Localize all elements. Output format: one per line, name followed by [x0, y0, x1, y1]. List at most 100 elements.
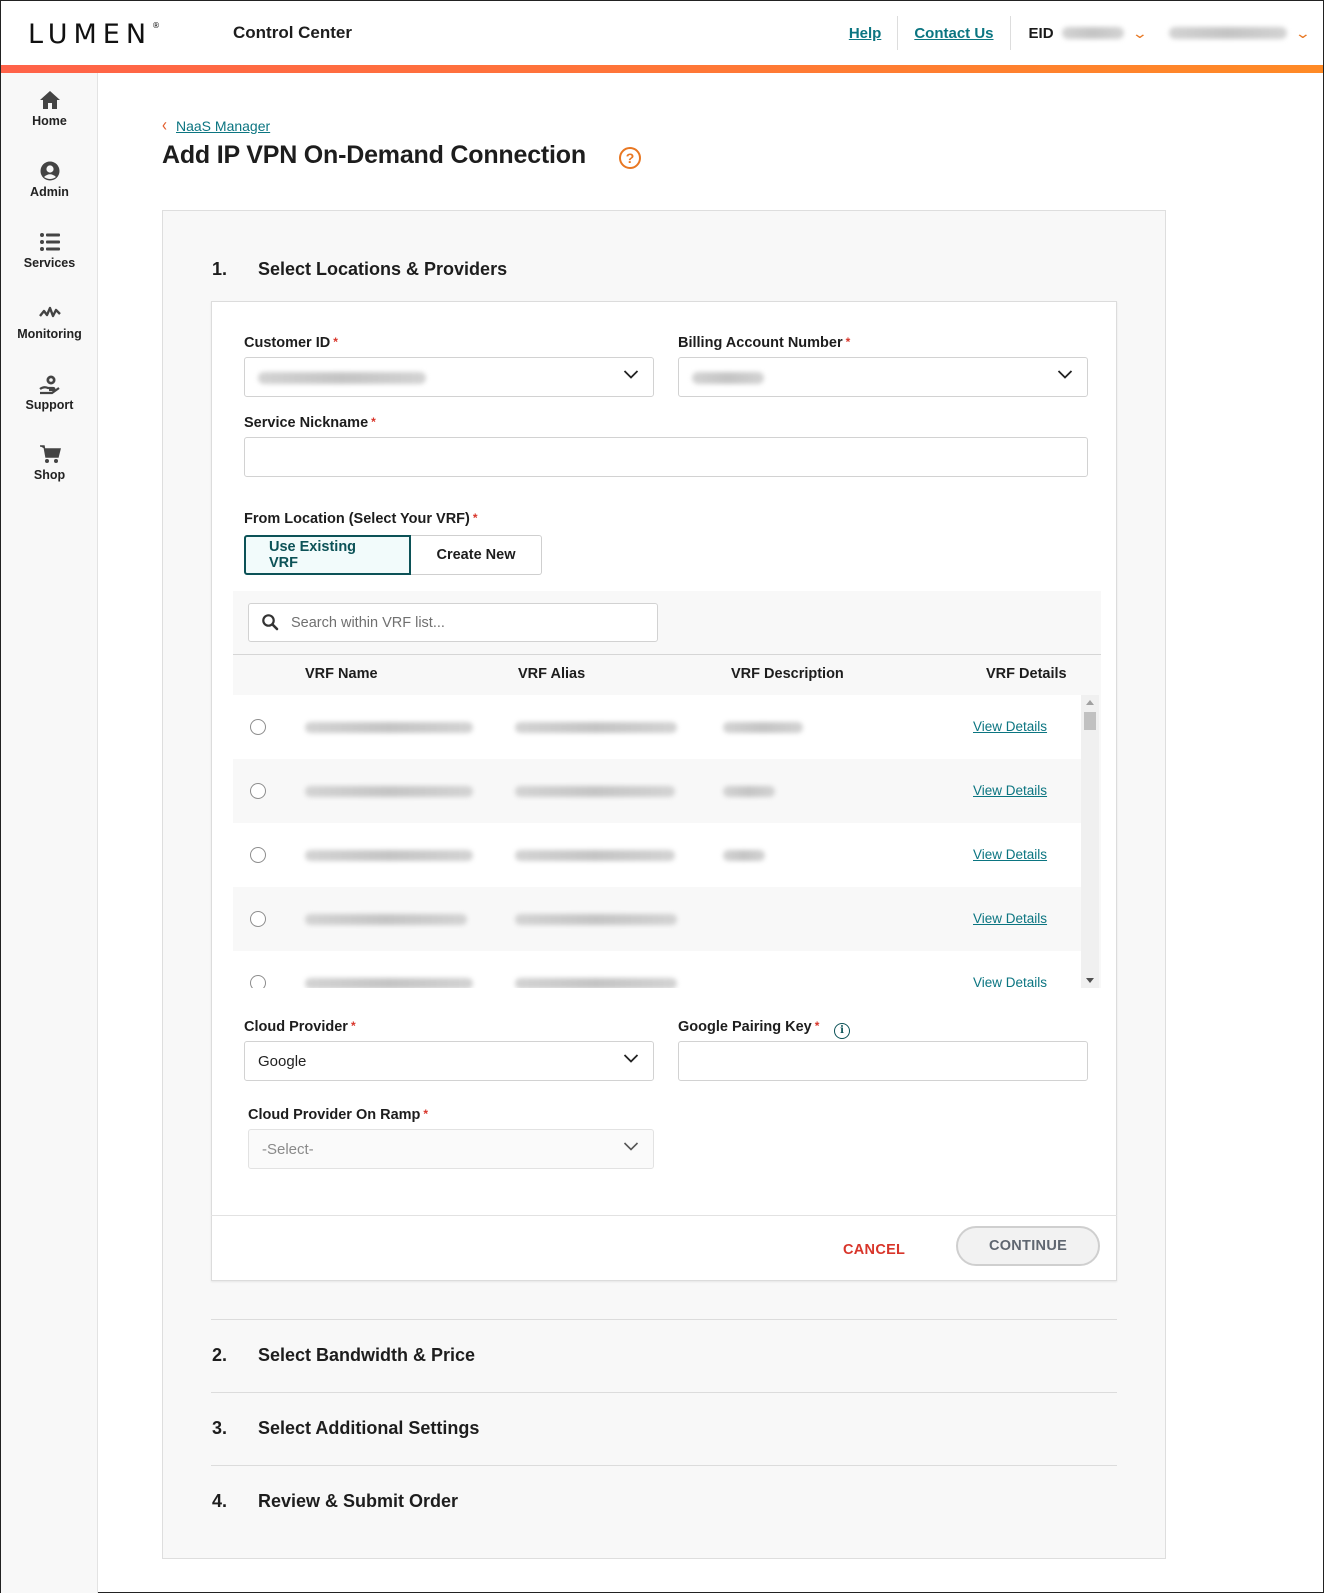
sidebar-nav: Home Admin Services Monitoring Support S… — [1, 73, 98, 1593]
sidebar-label: Services — [23, 256, 76, 270]
breadcrumb-naas-manager-link[interactable]: NaaS Manager — [176, 118, 270, 134]
vrf-search-placeholder: Search within VRF list... — [291, 615, 445, 631]
sidebar-item-admin[interactable]: Admin — [1, 160, 98, 199]
vrf-radio[interactable] — [250, 719, 266, 735]
pulse-icon — [38, 306, 61, 318]
vrf-mode-toggle: Use Existing VRF Create New — [244, 535, 542, 575]
scrollbar-thumb[interactable] — [1084, 712, 1096, 730]
chevron-down-icon — [1057, 370, 1073, 379]
service-nickname-label: Service Nickname * — [244, 415, 376, 431]
service-nickname-input[interactable] — [244, 437, 1088, 477]
step-2-header[interactable]: 2. Select Bandwidth & Price — [212, 1345, 475, 1366]
chevron-down-icon — [623, 1054, 639, 1063]
step-label: Select Additional Settings — [258, 1418, 480, 1438]
vrf-name-redacted — [305, 722, 473, 733]
column-header-vrf-name[interactable]: VRF Name — [305, 666, 378, 682]
cloud-provider-select[interactable]: Google — [244, 1041, 654, 1081]
page-title: Add IP VPN On-Demand Connection — [162, 141, 586, 169]
step-divider — [211, 1319, 1117, 1320]
table-row[interactable]: View Details — [233, 887, 1081, 951]
scroll-down-arrow-icon[interactable] — [1086, 978, 1094, 983]
info-icon[interactable]: i — [834, 1023, 850, 1039]
view-details-link[interactable]: View Details — [973, 975, 1047, 988]
on-ramp-label: Cloud Provider On Ramp * — [248, 1107, 429, 1123]
scroll-up-arrow-icon[interactable] — [1086, 700, 1094, 705]
use-existing-vrf-button[interactable]: Use Existing VRF — [244, 535, 411, 575]
vrf-list-panel: Search within VRF list... VRF Name VRF A… — [233, 591, 1101, 988]
step-label: Review & Submit Order — [258, 1491, 459, 1511]
card-footer-divider — [211, 1215, 1117, 1216]
table-row[interactable]: View Details — [233, 823, 1081, 887]
vrf-table-body: View Details View Details View Details V… — [233, 695, 1101, 988]
step-4-header[interactable]: 4. Review & Submit Order — [212, 1491, 458, 1512]
vrf-name-redacted — [305, 786, 473, 797]
sidebar-item-support[interactable]: Support — [1, 373, 98, 412]
vrf-radio[interactable] — [250, 975, 266, 988]
vrf-alias-redacted — [515, 850, 675, 861]
table-row[interactable]: View Details — [233, 951, 1081, 988]
contact-us-link[interactable]: Contact Us — [898, 25, 1009, 42]
sidebar-item-monitoring[interactable]: Monitoring — [1, 302, 98, 341]
cloud-provider-label: Cloud Provider * — [244, 1019, 356, 1035]
column-header-vrf-alias[interactable]: VRF Alias — [518, 666, 585, 682]
vrf-table-scrollbar[interactable] — [1081, 695, 1099, 988]
step-divider — [211, 1392, 1117, 1393]
sidebar-item-shop[interactable]: Shop — [1, 443, 98, 482]
view-details-link[interactable]: View Details — [973, 847, 1047, 862]
column-header-vrf-description[interactable]: VRF Description — [731, 666, 844, 682]
table-row[interactable]: View Details — [233, 759, 1081, 823]
help-link[interactable]: Help — [833, 25, 898, 42]
vrf-description-redacted — [723, 786, 775, 797]
view-details-link[interactable]: View Details — [973, 783, 1047, 798]
chevron-down-icon — [623, 370, 639, 379]
header-right: Help Contact Us EID ⌄ ⌄ — [833, 1, 1323, 65]
vrf-alias-redacted — [515, 978, 677, 988]
billing-account-select[interactable] — [678, 357, 1088, 397]
customer-id-label: Customer ID * — [244, 335, 338, 351]
step-3-header[interactable]: 3. Select Additional Settings — [212, 1418, 479, 1439]
step-1-header[interactable]: 1. Select Locations & Providers — [212, 259, 507, 280]
pairing-key-input[interactable] — [678, 1041, 1088, 1081]
accent-bar — [1, 65, 1323, 73]
vrf-description-redacted — [723, 722, 803, 733]
view-details-link[interactable]: View Details — [973, 911, 1047, 926]
top-bar: LUMEN® Control Center Help Contact Us EI… — [1, 1, 1323, 65]
view-details-link[interactable]: View Details — [973, 719, 1047, 734]
sidebar-label: Monitoring — [17, 327, 82, 341]
vrf-alias-redacted — [515, 914, 677, 925]
eid-chevron-down-icon[interactable]: ⌄ — [1131, 25, 1147, 42]
table-row[interactable]: View Details — [233, 695, 1081, 759]
column-header-vrf-details: VRF Details — [986, 666, 1067, 682]
app-title: Control Center — [233, 23, 352, 42]
chevron-left-icon[interactable]: ‹ — [162, 115, 167, 135]
sidebar-label: Shop — [33, 468, 66, 482]
sidebar-label: Admin — [30, 185, 69, 199]
vrf-search-input[interactable]: Search within VRF list... — [248, 603, 658, 642]
sidebar-item-home[interactable]: Home — [1, 89, 98, 128]
step-number: 4. — [212, 1491, 228, 1511]
account-name-redacted[interactable] — [1169, 27, 1288, 39]
chevron-down-icon — [623, 1142, 639, 1151]
lumen-logo[interactable]: LUMEN® — [28, 19, 160, 50]
on-ramp-select[interactable]: -Select- — [248, 1129, 654, 1169]
create-new-vrf-button[interactable]: Create New — [411, 535, 542, 575]
vrf-alias-redacted — [515, 786, 675, 797]
billing-account-value-redacted — [692, 372, 764, 384]
vrf-radio[interactable] — [250, 911, 266, 927]
step-label: Select Bandwidth & Price — [258, 1345, 476, 1365]
header-divider — [1009, 16, 1011, 50]
cancel-button[interactable]: CANCEL — [843, 1242, 905, 1258]
list-icon — [39, 233, 60, 251]
help-circle-icon[interactable]: ? — [619, 147, 641, 169]
vrf-radio[interactable] — [250, 847, 266, 863]
customer-id-value-redacted — [258, 372, 426, 384]
sidebar-item-services[interactable]: Services — [1, 231, 98, 270]
vrf-name-redacted — [305, 914, 467, 925]
vrf-radio[interactable] — [250, 783, 266, 799]
cloud-provider-value: Google — [258, 1053, 307, 1070]
account-chevron-down-icon[interactable]: ⌄ — [1295, 25, 1311, 42]
continue-button[interactable]: CONTINUE — [956, 1226, 1100, 1266]
customer-id-select[interactable] — [244, 357, 654, 397]
step-number: 1. — [212, 259, 228, 279]
eid-value-redacted[interactable] — [1061, 27, 1124, 39]
